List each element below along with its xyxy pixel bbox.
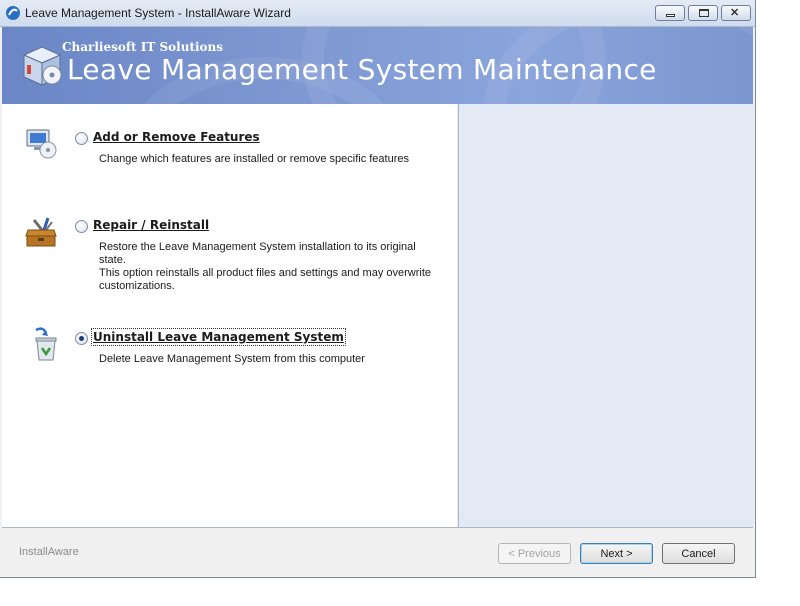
uninstall-description: Delete Leave Management System from this… (99, 353, 365, 365)
add-remove-features-radio[interactable] (75, 132, 88, 145)
description-line: customizations. (99, 280, 175, 292)
header-banner: Charliesoft IT Solutions Leave Managemen… (2, 27, 753, 104)
installer-window: Leave Management System - InstallAware W… (0, 0, 756, 578)
uninstall-radio[interactable] (75, 332, 88, 345)
computer-cd-icon (26, 129, 57, 159)
previous-button[interactable]: < Previous (498, 543, 571, 564)
options-panel: Add or Remove Features Change which feat… (2, 104, 457, 527)
recycle-bin-icon (35, 327, 57, 361)
title-bar[interactable]: Leave Management System - InstallAware W… (0, 0, 755, 27)
next-button[interactable]: Next > (580, 543, 653, 564)
repair-reinstall-label[interactable]: Repair / Reinstall (93, 218, 209, 232)
uninstall-label[interactable]: Uninstall Leave Management System (91, 328, 346, 346)
footer-divider (2, 527, 753, 528)
add-remove-features-label[interactable]: Add or Remove Features (93, 130, 260, 144)
toolbox-icon (25, 217, 57, 247)
close-icon: ✕ (730, 7, 740, 19)
description-line: Restore the Leave Management System inst… (99, 241, 416, 266)
page-title: Leave Management System Maintenance (67, 53, 657, 86)
installaware-app-icon (6, 6, 20, 20)
close-button[interactable]: ✕ (721, 5, 751, 21)
company-name: Charliesoft IT Solutions (62, 40, 224, 54)
add-remove-features-description: Change which features are installed or r… (99, 153, 409, 165)
installer-box-icon (22, 46, 62, 86)
description-line: This option reinstalls all product files… (99, 267, 431, 279)
maximize-button[interactable] (688, 5, 718, 21)
installaware-brand: InstallAware (19, 546, 79, 558)
cancel-button[interactable]: Cancel (662, 543, 735, 564)
minimize-button[interactable] (655, 5, 685, 21)
window-title: Leave Management System - InstallAware W… (25, 6, 291, 20)
maximize-icon (699, 9, 709, 17)
repair-reinstall-description: Restore the Leave Management System inst… (99, 241, 444, 293)
side-panel (458, 104, 754, 527)
minimize-icon (666, 14, 675, 17)
repair-reinstall-radio[interactable] (75, 220, 88, 233)
